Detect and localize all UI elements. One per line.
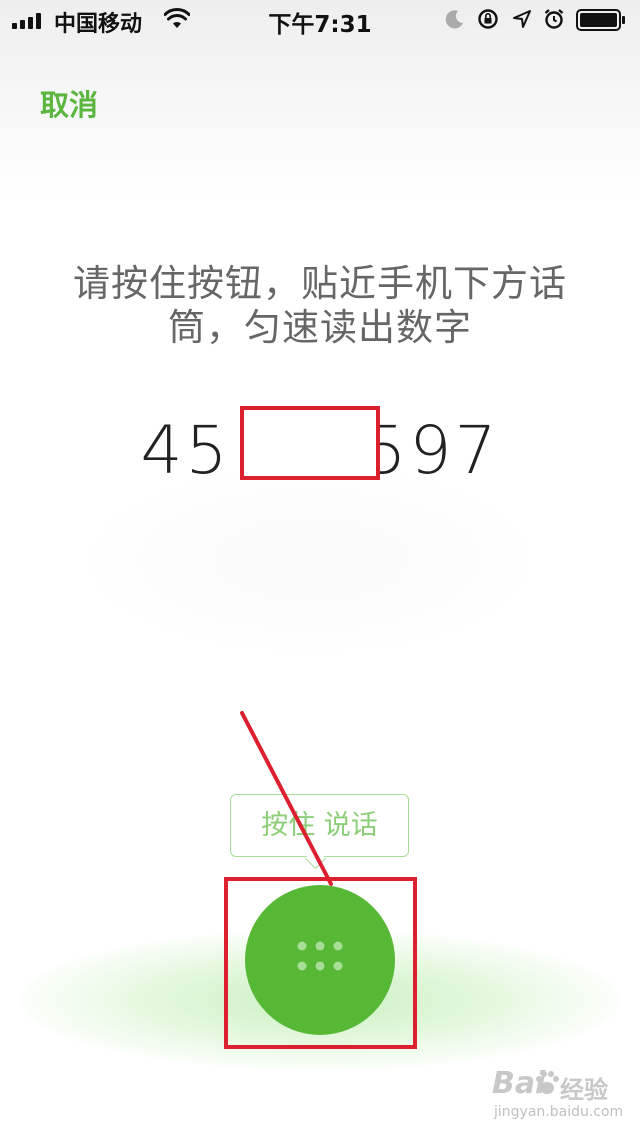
- signal-icon: [12, 13, 41, 29]
- location-icon: [513, 10, 531, 28]
- carrier-name: 中国移动: [54, 12, 143, 37]
- instruction-text: 请按住按钮，贴近手机下方话筒，匀速读出数字: [73, 262, 567, 349]
- center-shadow: [70, 460, 550, 660]
- status-bar: 中国移动 下午7:31: [0, 0, 640, 40]
- cancel-button[interactable]: 取消: [40, 82, 98, 124]
- baidu-paw-icon: [536, 1071, 559, 1094]
- hold-to-speak-tooltip: 按住 说话: [230, 794, 409, 857]
- moon-icon: [445, 10, 463, 29]
- watermark-jingyan: 经验: [560, 1076, 608, 1104]
- status-time: 下午7:31: [268, 12, 372, 38]
- digits-suffix: 597: [364, 412, 500, 489]
- digits-prefix: 45: [140, 412, 231, 489]
- battery-icon: [576, 9, 625, 31]
- alarm-icon: [544, 9, 564, 29]
- wifi-icon: [164, 8, 190, 28]
- rotation-lock-icon: [478, 9, 498, 29]
- watermark-url: jingyan.baidu.com: [494, 1104, 624, 1120]
- redaction-box: [240, 406, 380, 480]
- button-highlight-frame: [224, 877, 417, 1049]
- baidu-watermark: Bai 经验 jingyan.baidu.com: [492, 1066, 632, 1132]
